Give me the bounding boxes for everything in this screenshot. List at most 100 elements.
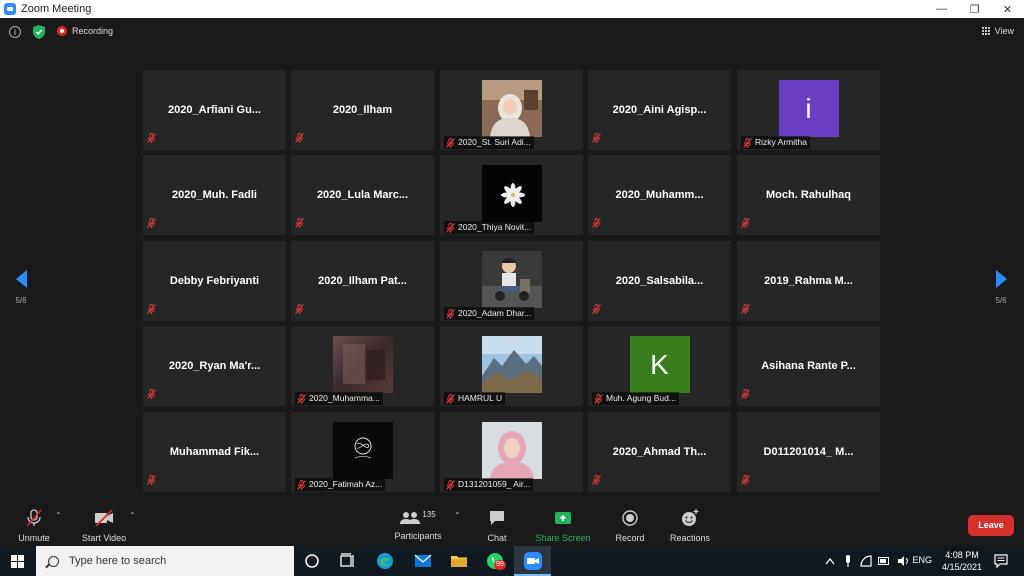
reactions-button[interactable]: Reactions (668, 509, 712, 543)
participant-tile[interactable]: D131201059_ Air... (440, 412, 583, 492)
mic-muted-icon (147, 218, 156, 228)
mic-status (147, 301, 159, 319)
microphone-tray-icon[interactable] (844, 554, 852, 568)
participant-tile[interactable]: i Rizky Armitha (737, 70, 880, 150)
participant-tile[interactable]: 2020_Fatimah Az... (291, 412, 434, 492)
zoom-taskbar-button[interactable] (514, 546, 551, 576)
participant-tile[interactable]: 2020_Ryan Ma'r... (143, 326, 286, 406)
show-hidden-icons-chevron-icon[interactable] (825, 557, 835, 565)
windows-start-icon[interactable] (11, 555, 24, 568)
participant-name: Rizky Armitha (755, 137, 807, 147)
task-view-icon[interactable] (337, 551, 357, 571)
previous-page-button[interactable]: 5/6 (11, 270, 31, 310)
participant-tile[interactable]: 2020_Thiya Novit... (440, 155, 583, 235)
restore-button[interactable]: ❐ (958, 0, 991, 18)
mic-status (741, 472, 753, 490)
mic-muted-icon (741, 304, 750, 314)
mic-muted-icon (592, 133, 601, 143)
participant-tile[interactable]: K Muh. Agung Bud... (588, 326, 731, 406)
participant-tile[interactable]: HAMRUL U (440, 326, 583, 406)
participant-photo (332, 336, 393, 393)
whatsapp-icon[interactable]: 99 (485, 551, 506, 571)
page-indicator-left: 5/6 (15, 296, 27, 305)
participant-tile[interactable]: 2020_Adam Dhar... (440, 241, 583, 321)
participant-tile[interactable]: 2020_Muhamma... (291, 326, 434, 406)
chat-button[interactable]: Chat (482, 509, 512, 543)
mic-muted-icon (297, 393, 306, 404)
recording-indicator[interactable]: Recording (57, 26, 113, 36)
participant-tile[interactable]: Debby Febriyanti (143, 241, 286, 321)
participant-name: 2020_Muhamm... (615, 189, 704, 201)
next-page-button[interactable]: 5/6 (991, 270, 1011, 310)
participant-tile[interactable]: 2020_Salsabila... (588, 241, 731, 321)
mic-status (592, 130, 604, 148)
participant-avatar: i (778, 80, 839, 137)
participant-tile[interactable]: 2020_Arfiani Gu... (143, 70, 286, 150)
participants-button[interactable]: 135 Participants (394, 509, 442, 542)
input-language[interactable]: ENG (912, 555, 932, 565)
share-screen-button[interactable]: Share Screen (534, 509, 592, 543)
minimize-button[interactable]: — (925, 0, 958, 18)
wifi-icon[interactable] (860, 555, 872, 567)
participant-tile[interactable]: 2020_Lula Marc... (291, 155, 434, 235)
mic-muted-icon (446, 137, 455, 148)
mic-muted-icon (743, 137, 752, 148)
audio-options-caret[interactable]: ⌃ (55, 511, 62, 520)
participant-tile[interactable]: 2020_Ilham Pat... (291, 241, 434, 321)
cortana-icon[interactable] (302, 551, 322, 571)
recording-label: Recording (72, 26, 114, 36)
clock-time: 4:08 PM (945, 550, 979, 560)
participant-name: 2020_Adam Dhar... (458, 308, 532, 318)
notifications-icon[interactable] (994, 554, 1008, 568)
mic-muted-icon (592, 475, 601, 485)
start-video-button[interactable]: Start Video (80, 509, 128, 543)
participants-options-caret[interactable]: ⌃ (454, 511, 461, 520)
participant-photo (481, 336, 542, 393)
mic-status (147, 215, 159, 233)
volume-icon[interactable] (897, 555, 909, 567)
participant-name: D131201059_ Air... (458, 479, 531, 489)
participant-tile[interactable]: Moch. Rahulhaq (737, 155, 880, 235)
participant-tile[interactable]: 2020_Ilham (291, 70, 434, 150)
mic-status (147, 472, 159, 490)
video-options-caret[interactable]: ⌃ (129, 511, 136, 520)
grid-view-icon (981, 26, 991, 36)
view-button[interactable]: View (981, 26, 1014, 36)
encryption-shield-icon[interactable] (33, 25, 45, 39)
close-button[interactable]: ✕ (991, 0, 1024, 18)
mic-status (592, 472, 604, 490)
leave-button[interactable]: Leave (968, 515, 1014, 536)
participant-tile[interactable]: 2019_Rahma M... (737, 241, 880, 321)
mic-muted-icon (592, 218, 601, 228)
page-indicator-right: 5/6 (995, 296, 1007, 305)
file-explorer-icon[interactable] (449, 551, 469, 571)
meeting-info-icon[interactable]: i (9, 26, 21, 38)
clock[interactable]: 4:08 PM 4/15/2021 (942, 549, 982, 573)
participant-tile[interactable]: Muhammad Fik... (143, 412, 286, 492)
participant-tile[interactable]: Asihana Rante P... (737, 326, 880, 406)
participant-tile[interactable]: 2020_St. Suri Adi... (440, 70, 583, 150)
mic-status (741, 215, 753, 233)
recording-dot-icon (57, 26, 67, 36)
chat-label: Chat (487, 533, 507, 543)
participant-name: Asihana Rante P... (761, 360, 856, 372)
participant-name-label: 2020_Adam Dhar... (444, 307, 535, 320)
mail-icon[interactable] (413, 551, 433, 571)
participant-tile[interactable]: 2020_Muh. Fadli (143, 155, 286, 235)
taskbar-search-box[interactable]: Type here to search (36, 546, 294, 576)
participant-tile[interactable]: 2020_Aini Agisp... (588, 70, 731, 150)
participant-name-label: 2020_Muhamma... (295, 392, 383, 405)
participant-name: 2020_Ilham Pat... (318, 275, 407, 287)
battery-icon[interactable] (878, 556, 890, 566)
participant-tile[interactable]: 2020_Ahmad Th... (588, 412, 731, 492)
record-button[interactable]: Record (613, 509, 647, 543)
chat-bubble-icon (490, 511, 504, 525)
participant-tile[interactable]: 2020_Muhamm... (588, 155, 731, 235)
participant-tile[interactable]: D011201014_ M... (737, 412, 880, 492)
edge-browser-icon[interactable] (375, 551, 395, 571)
record-icon (622, 510, 638, 526)
unmute-button[interactable]: Unmute (14, 509, 54, 543)
participant-gallery: 2020_Arfiani Gu... 2020_Ilham 2020_St. Sur… (143, 70, 883, 494)
mic-status (147, 130, 159, 148)
arrow-left-icon (15, 270, 27, 288)
